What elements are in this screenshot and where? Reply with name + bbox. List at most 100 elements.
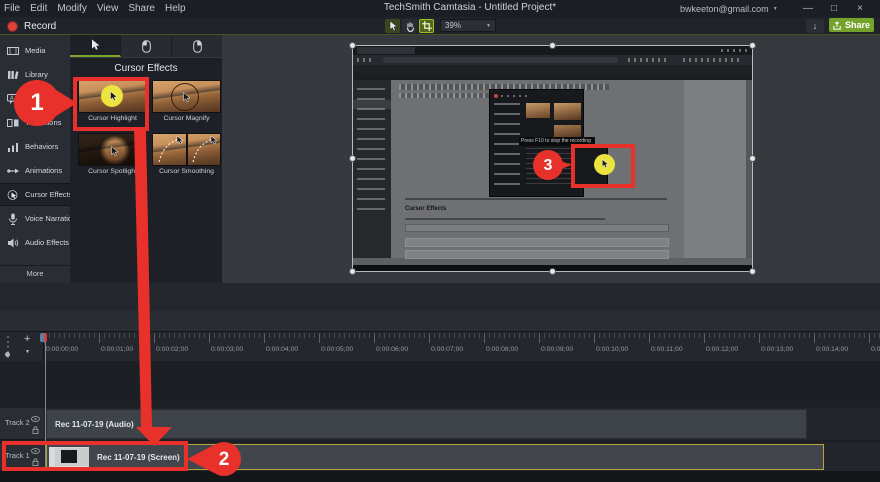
selection-handle[interactable] [349,42,356,49]
browser-navbar [353,55,752,65]
eye-icon[interactable] [31,448,40,454]
svg-text:A: A [10,95,14,101]
browser-ext-icons [683,58,743,62]
selection-handle[interactable] [749,268,756,275]
selection-handle[interactable] [349,268,356,275]
sidebar-item-voice-narration[interactable]: Voice Narration [0,207,70,230]
minimize-button[interactable]: — [795,3,821,14]
effect-cursor-spotlight[interactable]: Cursor Spotlight [78,133,147,175]
collapse-tracks-button[interactable]: ▼ [25,349,30,355]
sidebar-item-transitions[interactable]: Transitions [0,111,70,134]
effect-cursor-smoothing[interactable]: Cursor Smoothing [152,133,221,175]
ruler-label: 0:00:02;00 [156,346,211,353]
menu-help[interactable]: Help [165,3,186,14]
cursor-arrow-icon [182,92,191,103]
sidebar-item-audio-effects[interactable]: Audio Effects [0,231,70,254]
caret-down-icon: ▼ [773,6,778,12]
selection-handle[interactable] [549,42,556,49]
wp-sidebar [353,80,391,258]
canvas-zoom-select[interactable]: 39% ▼ [440,19,496,32]
sidebar-item-behaviors[interactable]: Behaviors [0,135,70,158]
url-bar [383,57,618,63]
sidebar-item-animations[interactable]: Animations [0,159,70,182]
nav-buttons [357,58,373,62]
menu-modify[interactable]: Modify [57,3,86,14]
cursor-arrow-icon [388,21,398,32]
timeline-toolbar: − + [0,311,880,331]
wp-sidebar-active [353,100,391,109]
playhead-head-right[interactable] [44,333,47,342]
track1-name: Track 1 [5,451,30,460]
sidebar-item-media[interactable]: Media [0,39,70,62]
track2-lane: Rec 11-07-19 (Audio) [44,408,880,440]
window-title: TechSmith Camtasia - Untitled Project* [340,2,600,13]
sidebar-item-label: Animations [25,166,62,175]
timeline-tracks: Track 2 Rec 11-07-19 (Audio) Track 1 Rec… [0,361,880,471]
share-button[interactable]: Share [829,18,874,32]
selection-handle[interactable] [749,155,756,162]
record-icon [7,21,18,32]
selection-handle[interactable] [349,155,356,162]
sidebar-divider [0,265,70,266]
preview-media[interactable]: Cursor Effects Categories Tags [352,45,753,272]
add-track-button[interactable]: + [24,333,30,345]
record-button[interactable]: Record [7,19,56,33]
sidebar-item-label: Cursor Effects [25,190,72,199]
close-button[interactable]: × [847,3,873,14]
recorder-bottom-lines [526,148,581,184]
timeline-ruler[interactable]: 0:00:00;00 0:00:01;00 0:00:02;00 0:00:03… [0,331,880,361]
effect-cursor-highlight[interactable]: Cursor Highlight [78,80,147,122]
ruler-major-ticks [44,333,880,343]
track-height-knob[interactable] [5,352,10,357]
clip-thumbnail [49,447,89,467]
animations-icon [7,165,19,177]
doc-heading: Cursor Effects [405,206,525,212]
sidebar-more-button[interactable]: More [0,269,70,278]
cursor-effects-icon [7,189,19,201]
camtasia-window: File Edit Modify View Share Help TechSmi… [0,0,880,482]
menu-file[interactable]: File [4,3,20,14]
effect-label: Cursor Spotlight [78,168,147,175]
menu-share[interactable]: Share [128,3,155,14]
sidebar-item-label: Library [25,70,48,79]
caret-down-icon: ▼ [486,23,491,29]
tab-cursor-arrow[interactable] [70,35,121,57]
timeline-scrollbar[interactable] [0,471,880,482]
sidebar-item-label: Audio Effects [25,238,69,247]
lock-icon[interactable] [32,458,39,466]
crop-tool-button[interactable] [419,19,434,33]
effects-panel: Cursor Effects Cursor Highlight Cursor M… [70,35,222,283]
doc-field-row [405,224,669,232]
effect-cursor-magnify[interactable]: Cursor Magnify [152,80,221,122]
selection-handle[interactable] [749,42,756,49]
selection-handle[interactable] [549,268,556,275]
clip-screen-label: Rec 11-07-19 (Screen) [97,453,180,462]
ruler-header-corner: + ▼ [0,332,44,362]
playhead-line[interactable] [45,341,46,471]
ruler-label: 0:00:13;00 [761,346,816,353]
clip-screen[interactable]: Rec 11-07-19 (Screen) [46,444,824,470]
panel-divider [70,57,222,58]
lock-icon[interactable] [32,426,39,434]
sidebar-item-cursor-effects[interactable]: Cursor Effects [0,183,70,206]
export-button[interactable]: ↓ [806,19,824,33]
pan-tool-button[interactable] [402,19,417,33]
cursor-arrow-icon [110,146,119,157]
tab-mouse-left-click[interactable] [121,35,172,57]
clip-audio[interactable]: Rec 11-07-19 (Audio) [46,409,807,439]
wp-admin-bar [353,73,752,80]
sidebar-item-label: Media [25,46,45,55]
menu-view[interactable]: View [97,3,119,14]
sidebar-item-annotations[interactable]: A Annotations [0,87,70,110]
tab-mouse-right-click[interactable] [172,35,222,57]
wp-settings-sidebar: Categories Tags [684,80,746,258]
sidebar-item-library[interactable]: Library [0,63,70,86]
account-menu[interactable]: bwkeeton@gmail.com ▼ [680,2,778,15]
effect-thumbnail [152,80,221,113]
maximize-button[interactable]: □ [821,3,847,14]
menu-edit[interactable]: Edit [30,3,47,14]
record-label: Record [24,21,56,32]
selection-tool-button[interactable] [385,19,400,33]
ruler-label: 0:00:08;00 [486,346,541,353]
eye-icon[interactable] [31,416,40,422]
